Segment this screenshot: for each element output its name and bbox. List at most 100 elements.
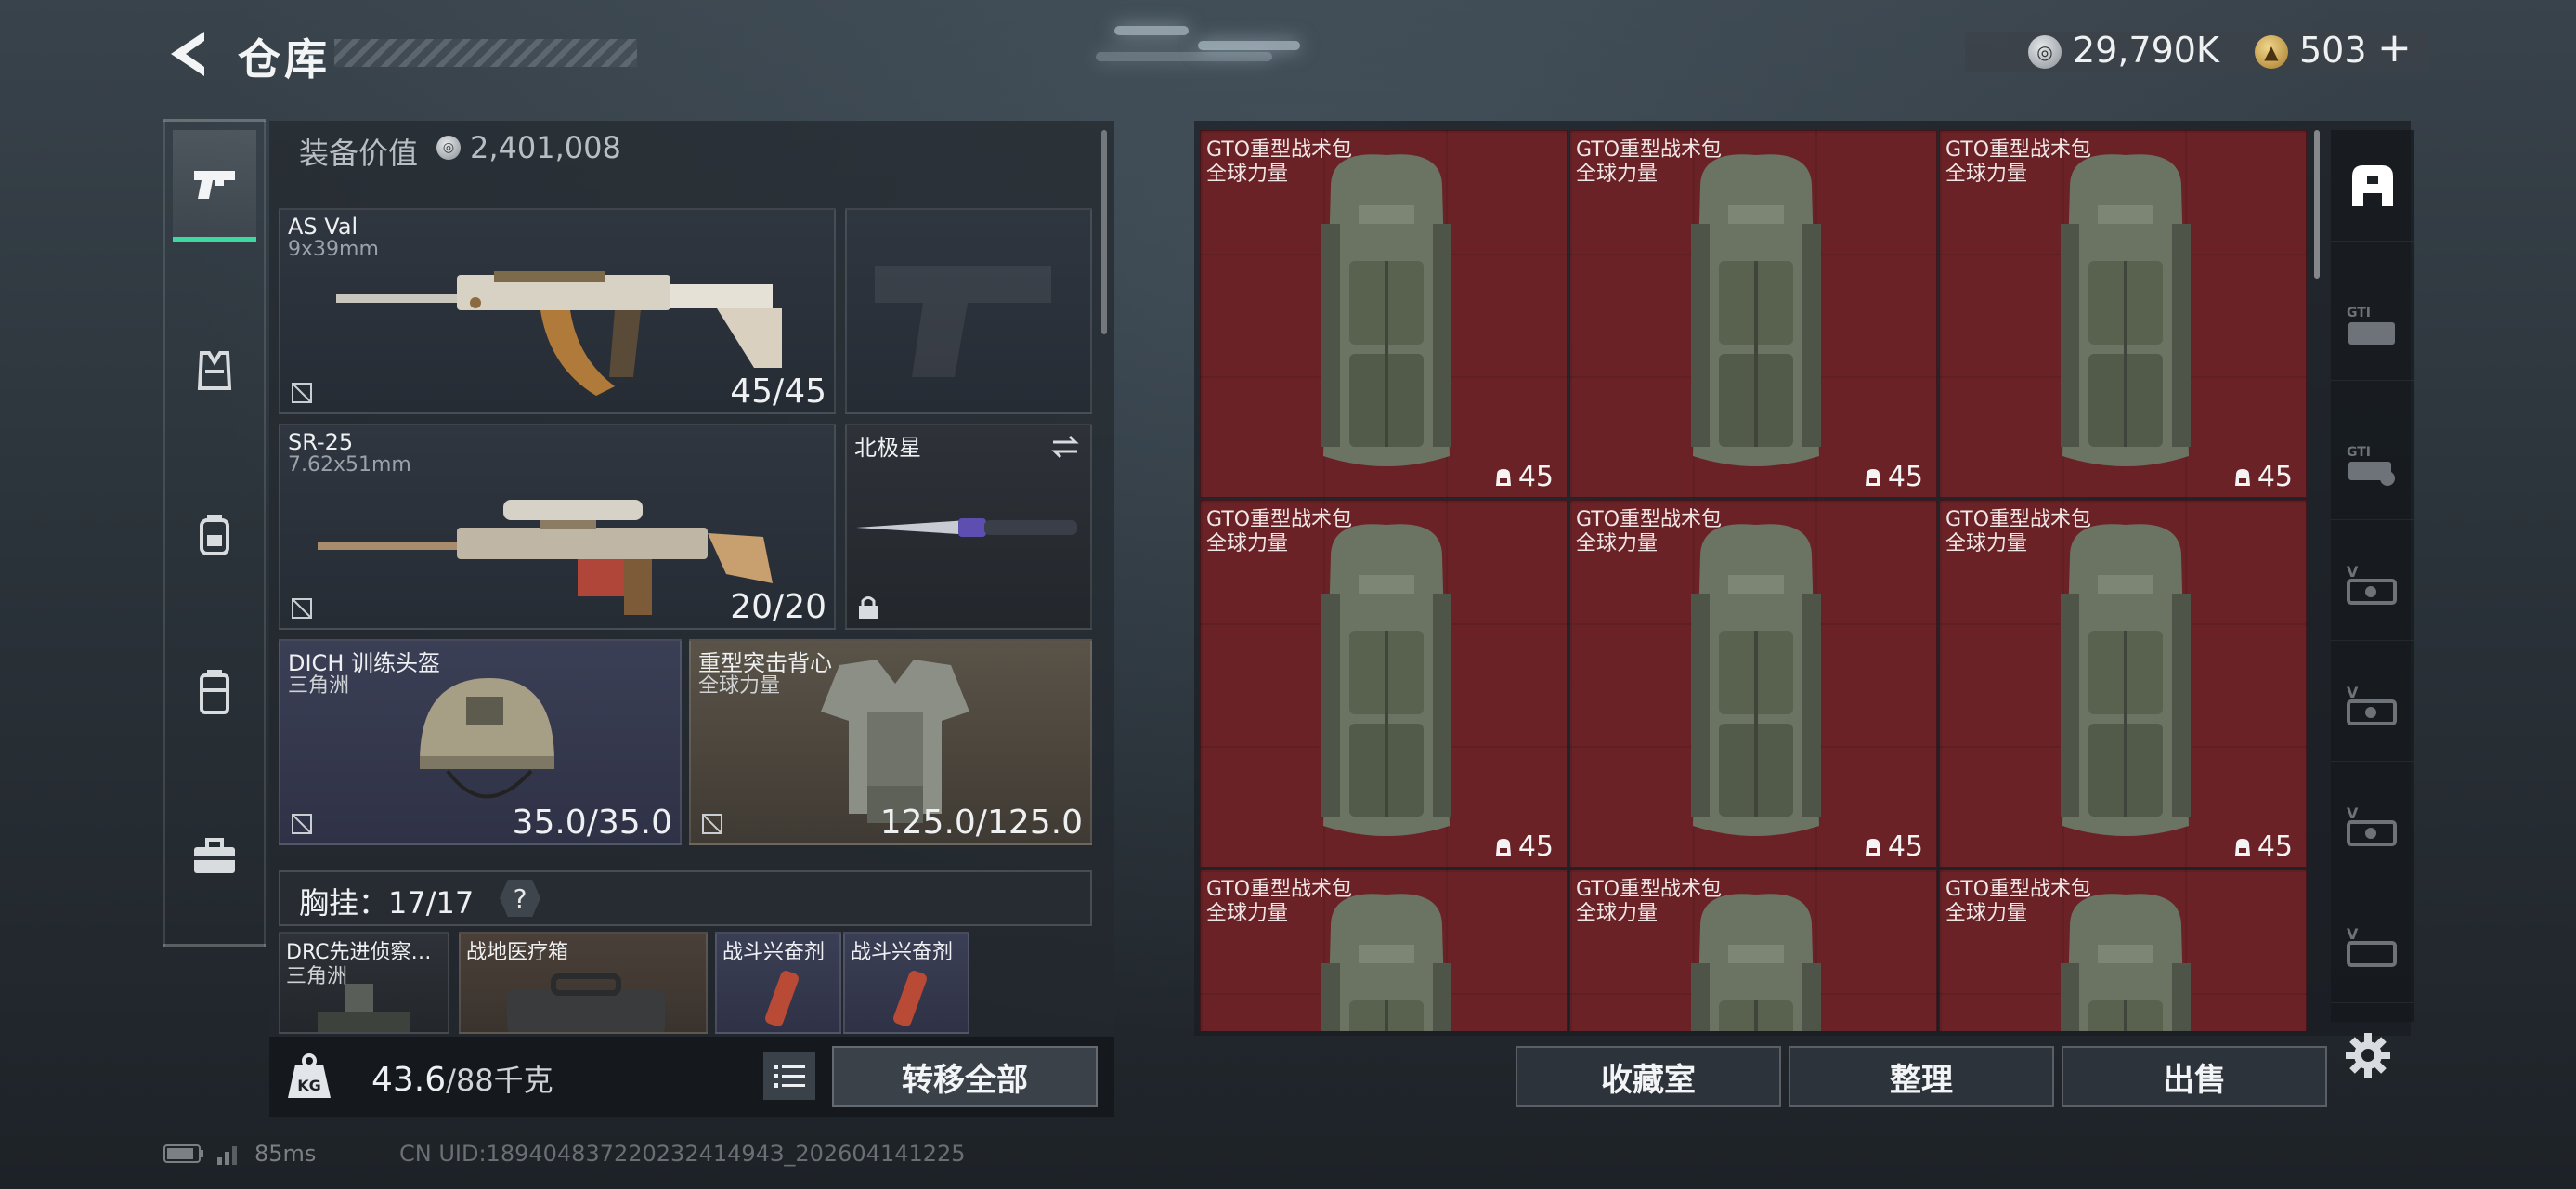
filter-v-case-2[interactable]: V	[2331, 650, 2414, 762]
storage-item-tactical-backpack[interactable]: GTO重型战术包 全球力量 45	[1200, 500, 1568, 868]
category-tab-backpack[interactable]	[173, 479, 256, 591]
category-tab-case[interactable]	[173, 801, 256, 912]
chest-rig-header[interactable]: 胸挂：17/17 ?	[279, 870, 1092, 926]
category-tab-chest-rig[interactable]	[173, 637, 256, 749]
item-capacity: 45	[1494, 830, 1554, 863]
filter-gti-case[interactable]: GTI	[2331, 269, 2414, 381]
unlock-icon	[292, 598, 312, 619]
rifle-image	[336, 271, 782, 396]
storage-item-tactical-backpack[interactable]: GTO重型战术包 全球力量	[1939, 869, 2307, 1031]
armor-brand: 全球力量	[698, 674, 781, 698]
svg-text:V: V	[2347, 563, 2359, 581]
storage-item-tactical-backpack[interactable]: GTO重型战术包 全球力量	[1200, 869, 1568, 1031]
page-title: 仓库	[238, 34, 331, 85]
item-name: 战斗兴奋剂	[722, 941, 826, 964]
transfer-all-button[interactable]: 转移全部	[832, 1046, 1098, 1107]
unlock-icon	[292, 383, 312, 403]
filter-v-case-1[interactable]: V	[2331, 529, 2414, 641]
svg-text:V: V	[2347, 925, 2359, 943]
storage-item-tactical-backpack[interactable]: GTO重型战术包 全球力量 45	[1939, 500, 2307, 868]
pistol-icon	[194, 170, 235, 199]
helmet-slot[interactable]: DICH 训练头盔 三角洲 35.0/35.0	[279, 639, 682, 845]
gear-icon	[2346, 1033, 2390, 1078]
capacity-value: 45	[2257, 830, 2293, 863]
item-capacity: 45	[1864, 830, 1923, 863]
category-tab-armor[interactable]	[173, 316, 256, 427]
vest-icon	[197, 351, 232, 390]
add-currency-button[interactable]: +	[2377, 24, 2412, 72]
v-case-icon: V	[2347, 563, 2397, 605]
weapon-name: AS Val	[288, 214, 358, 240]
max-weight: /88千克	[446, 1063, 553, 1098]
rig-item-stim[interactable]: 战斗兴奋剂	[843, 932, 969, 1034]
list-view-button[interactable]	[763, 1052, 815, 1100]
armor-slot[interactable]: 重型突击背心 全球力量 125.0/125.0	[689, 639, 1092, 845]
item-name: 战斗兴奋剂	[851, 941, 954, 964]
stim-image	[765, 971, 799, 1026]
swap-icon[interactable]	[1049, 433, 1081, 461]
medkit-image	[507, 973, 665, 1032]
item-brand: 全球力量	[1576, 163, 1659, 186]
svg-text:GTI: GTI	[2347, 445, 2371, 460]
primary-weapon-slot[interactable]: AS Val 9x39mm 45/45	[279, 208, 836, 414]
rig-item-medkit[interactable]: 战地医疗箱	[459, 932, 708, 1034]
back-button[interactable]	[163, 28, 212, 80]
silver-coin-icon: ◎	[436, 136, 461, 160]
carry-weight: 43.6/88千克	[371, 1057, 553, 1100]
rig-item-stim[interactable]: 战斗兴奋剂	[715, 932, 841, 1034]
equipment-value-label: 装备价值	[299, 136, 419, 171]
storage-item-tactical-backpack[interactable]: GTO重型战术包 全球力量	[1569, 869, 1937, 1031]
item-brand: 全球力量	[1206, 532, 1289, 555]
storage-scrollbar[interactable]	[2314, 130, 2320, 279]
storage-item-tactical-backpack[interactable]: GTO重型战术包 全球力量 45	[1939, 130, 2307, 498]
ceiling-light	[1096, 52, 1272, 61]
ping: 85ms	[254, 1141, 317, 1167]
backpack-image	[1321, 524, 1451, 836]
weight-kg-icon: KG	[288, 1053, 331, 1098]
weapon-ammo: 45/45	[730, 372, 826, 411]
gold-coin-icon: ▲	[2255, 35, 2288, 69]
item-capacity: 45	[2233, 461, 2293, 493]
settings-button[interactable]	[2340, 1027, 2396, 1083]
signal-icon	[217, 1146, 237, 1165]
filter-all-storage[interactable]	[2331, 130, 2414, 242]
pistol-slot[interactable]	[845, 208, 1092, 414]
filter-v-case-4[interactable]: V	[2331, 892, 2414, 1003]
gti-key-icon: GTI	[2347, 445, 2395, 486]
capacity-icon	[2234, 838, 2250, 856]
all-storage-icon	[2352, 164, 2393, 206]
help-icon[interactable]: ?	[500, 880, 540, 917]
category-tab-weapons[interactable]	[173, 130, 256, 242]
item-brand: 全球力量	[1576, 532, 1659, 555]
category-rail-top	[163, 119, 266, 122]
filter-gti-key[interactable]: GTI	[2331, 409, 2414, 520]
sell-button[interactable]: 出售	[2062, 1046, 2327, 1107]
melee-slot[interactable]: 北极星	[845, 424, 1092, 630]
toolbox-icon	[194, 838, 235, 873]
v-case-icon: V	[2347, 804, 2397, 846]
collection-room-button[interactable]: 收藏室	[1516, 1046, 1781, 1107]
secondary-weapon-slot[interactable]: SR-25 7.62x51mm 20/20	[279, 424, 836, 630]
item-capacity: 45	[2233, 830, 2293, 863]
unlock-icon	[702, 814, 722, 834]
item-brand: 全球力量	[1945, 902, 2028, 925]
capacity-icon	[1495, 838, 1511, 856]
backpack-image	[1321, 154, 1451, 466]
organize-button[interactable]: 整理	[1789, 1046, 2054, 1107]
capacity-value: 45	[1517, 461, 1554, 493]
battery-icon	[163, 1144, 203, 1163]
helmet-durability: 35.0/35.0	[512, 804, 672, 842]
storage-item-tactical-backpack[interactable]: GTO重型战术包 全球力量 45	[1200, 130, 1568, 498]
v-case-icon: V	[2347, 925, 2397, 967]
capacity-value: 45	[2257, 461, 2293, 493]
storage-item-tactical-backpack[interactable]: GTO重型战术包 全球力量 45	[1569, 130, 1937, 498]
backpack-image	[2061, 894, 2191, 1031]
rig-item-drone[interactable]: DRC先进侦察… 三角洲	[279, 932, 449, 1034]
storage-item-tactical-backpack[interactable]: GTO重型战术包 全球力量 45	[1569, 500, 1937, 868]
svg-text:V: V	[2347, 804, 2359, 822]
equipment-scrollbar[interactable]	[1101, 130, 1107, 334]
filter-v-case-3[interactable]: V	[2331, 771, 2414, 882]
silver-amount: 29,790K	[2073, 30, 2219, 71]
title-decoration	[334, 39, 637, 67]
back-arrow-icon	[171, 32, 204, 76]
